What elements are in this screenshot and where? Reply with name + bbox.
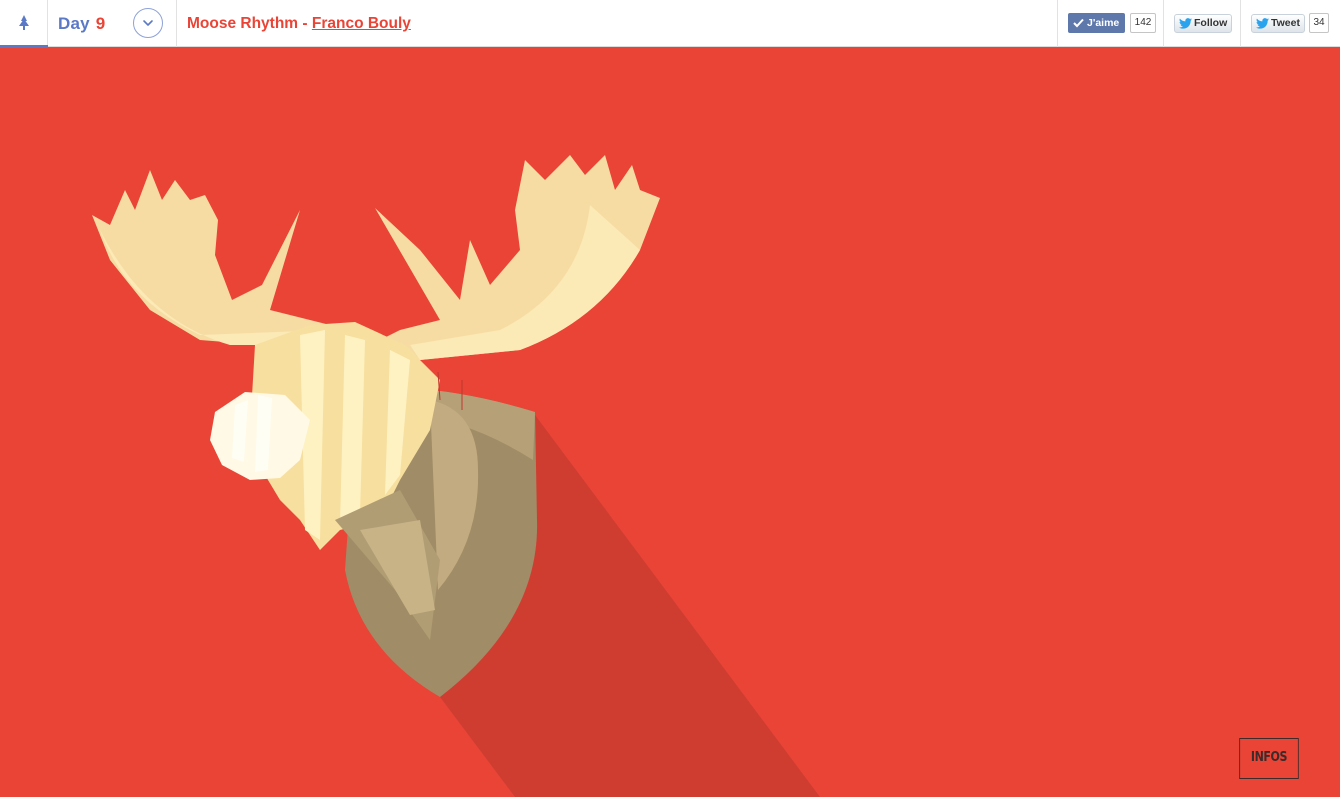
tree-icon	[19, 15, 29, 30]
twitter-follow-label: Follow	[1194, 17, 1228, 29]
header-divider	[176, 0, 177, 47]
facebook-check-icon	[1073, 18, 1084, 28]
twitter-tweet-widget: Tweet 34	[1240, 0, 1340, 47]
facebook-like-label: J'aime	[1087, 17, 1120, 29]
title-prefix: Moose Rhythm -	[187, 15, 308, 32]
facebook-like-button[interactable]: J'aime	[1068, 13, 1125, 33]
twitter-tweet-count: 34	[1309, 13, 1329, 33]
moose-head-artwork	[92, 155, 820, 797]
twitter-tweet-label: Tweet	[1271, 17, 1300, 29]
twitter-tweet-button[interactable]: Tweet	[1251, 14, 1305, 33]
days-dropdown-button[interactable]	[133, 8, 163, 38]
day-label: Day	[58, 14, 90, 33]
left-antler	[92, 170, 345, 348]
page-title: Moose Rhythm - Franco Bouly	[187, 15, 411, 33]
chevron-down-icon	[143, 20, 153, 26]
twitter-follow-button[interactable]: Follow	[1174, 14, 1232, 33]
author-link[interactable]: Franco Bouly	[312, 15, 411, 32]
facebook-like-count: 142	[1130, 13, 1156, 33]
twitter-follow-widget: Follow	[1163, 0, 1241, 47]
twitter-bird-icon	[1256, 18, 1269, 29]
day-number: 9	[95, 14, 106, 33]
infos-button[interactable]: INFOS	[1239, 738, 1299, 779]
day-indicator: Day 9	[58, 14, 105, 34]
home-button[interactable]	[0, 0, 48, 48]
twitter-bird-icon	[1179, 18, 1192, 29]
facebook-like-widget: J'aime 142	[1057, 0, 1164, 47]
top-bar: Day 9 Moose Rhythm - Franco Bouly J'aime …	[0, 0, 1340, 48]
artwork-stage	[0, 48, 1340, 797]
